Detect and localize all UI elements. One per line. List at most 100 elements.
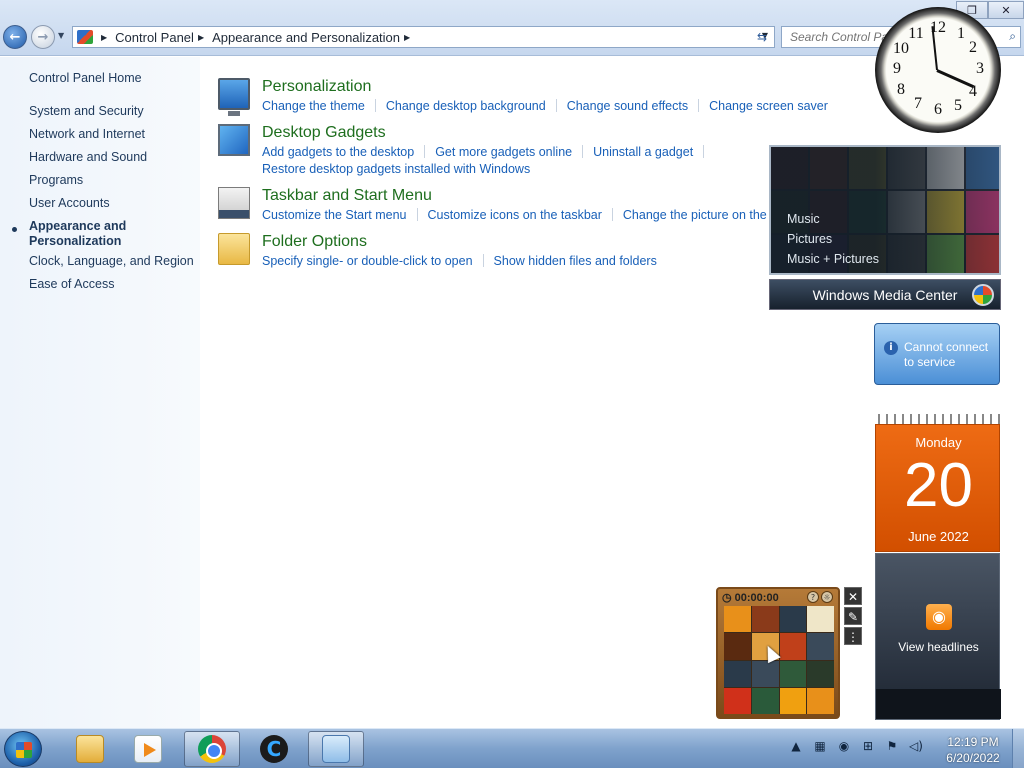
link-change-sound-effects[interactable]: Change sound effects	[567, 99, 688, 113]
chrome-icon	[198, 735, 226, 763]
gadget-options-icon[interactable]: ✎	[844, 607, 862, 625]
taskbar-date: 6/20/2022	[946, 751, 1000, 765]
calendar-page: Monday 20 June 2022	[875, 424, 1000, 552]
search-icon[interactable]: ⌕	[1009, 29, 1016, 44]
menu-pictures[interactable]: Pictures	[787, 229, 879, 249]
folder-icon[interactable]	[218, 233, 250, 265]
monitor-icon[interactable]	[218, 78, 250, 116]
link-change-screen-saver[interactable]: Change screen saver	[709, 99, 828, 113]
calendar-weekday: Monday	[915, 435, 962, 450]
control-panel-icon	[77, 30, 93, 44]
close-button[interactable]: ✕	[988, 1, 1024, 19]
nav-system-security[interactable]: System and Security	[29, 104, 144, 118]
puzzle-tiles[interactable]	[724, 606, 834, 714]
start-button[interactable]	[4, 731, 42, 767]
forward-button[interactable]: →	[31, 25, 55, 49]
clock-numeral: 6	[934, 101, 942, 118]
category-links: Customize the Start menu Customize icons …	[262, 208, 793, 222]
weather-gadget[interactable]: i Cannot connect to service	[874, 323, 1000, 385]
taskbar-ccleaner[interactable]: C	[246, 731, 302, 767]
gadgets-icon[interactable]	[218, 124, 250, 156]
nav-active-line1: Appearance and	[29, 219, 127, 233]
action-center-flag-icon[interactable]: ⚑	[884, 739, 900, 753]
taskbar-time: 12:19 PM	[947, 735, 999, 749]
link-change-start-picture[interactable]: Change the picture on the Star	[623, 208, 793, 222]
ccleaner-icon: C	[260, 735, 288, 763]
close-gadget-icon[interactable]: ✕	[844, 587, 862, 605]
category-links: Specify single- or double-click to open S…	[262, 254, 657, 268]
nav-ease-of-access[interactable]: Ease of Access	[29, 277, 114, 291]
address-bar[interactable]: ▶ Control Panel ▶ Appearance and Persona…	[72, 26, 775, 48]
rss-icon: ◉	[926, 604, 952, 630]
windows-logo-icon	[972, 284, 994, 306]
breadcrumb-chevron-icon[interactable]: ▶	[404, 33, 410, 42]
breadcrumb-chevron-icon[interactable]: ▶	[101, 33, 107, 42]
taskbar: C ▲ ▦ ◉ ⊞ ⚑ ◁) 12:19 PM 6/20/2022	[0, 728, 1024, 768]
nav-user-accounts[interactable]: User Accounts	[29, 196, 110, 210]
shuffle-icon[interactable]: ☼	[821, 591, 833, 603]
link-customize-start-menu[interactable]: Customize the Start menu	[262, 208, 407, 222]
clock-numeral: 11	[908, 25, 924, 42]
category-title[interactable]: Personalization	[262, 78, 371, 96]
media-center-launcher[interactable]: Windows Media Center	[769, 279, 1001, 310]
link-change-theme[interactable]: Change the theme	[262, 99, 365, 113]
breadcrumb-appearance[interactable]: Appearance and Personalization	[212, 30, 400, 45]
clock-numeral: 2	[969, 39, 977, 56]
volume-icon[interactable]: ◁)	[908, 739, 924, 753]
taskbar-chrome[interactable]	[184, 731, 240, 767]
clock-gadget[interactable]: 12 1 2 3 4 5 6 7 8 9 10 11	[875, 7, 1001, 133]
system-tray: ▲ ▦ ◉ ⊞ ⚑ ◁)	[788, 739, 924, 753]
link-single-double-click[interactable]: Specify single- or double-click to open	[262, 254, 473, 268]
breadcrumb-chevron-icon[interactable]: ▶	[198, 33, 204, 42]
category-title[interactable]: Desktop Gadgets	[262, 124, 386, 142]
tray-app-icon[interactable]: ▦	[812, 739, 828, 753]
taskbar-control-panel[interactable]	[308, 731, 364, 767]
link-show-hidden-files[interactable]: Show hidden files and folders	[494, 254, 657, 268]
nav-clock-language-region[interactable]: Clock, Language, and Region	[29, 254, 194, 268]
weather-error-text: Cannot connect to service	[904, 340, 988, 370]
nav-programs[interactable]: Programs	[29, 173, 83, 187]
view-headlines-link[interactable]: View headlines	[876, 640, 1001, 654]
link-uninstall-gadget[interactable]: Uninstall a gadget	[593, 145, 693, 159]
recent-pages-dropdown[interactable]: ▼	[58, 31, 64, 40]
windows-logo-icon	[16, 742, 32, 758]
category-links: Change the theme Change desktop backgroun…	[262, 99, 828, 113]
category-title[interactable]: Taskbar and Start Menu	[262, 187, 432, 205]
menu-music[interactable]: Music	[787, 209, 879, 229]
calendar-gadget[interactable]: Monday 20 June 2022	[875, 414, 1000, 552]
link-restore-gadgets[interactable]: Restore desktop gadgets installed with W…	[262, 162, 530, 176]
taskbar-explorer[interactable]	[62, 731, 118, 767]
media-center-brand-name: Media Center	[873, 286, 958, 303]
calendar-month-year: June 2022	[908, 529, 969, 544]
link-change-background[interactable]: Change desktop background	[386, 99, 546, 113]
taskbar-clock[interactable]: 12:19 PM 6/20/2022	[938, 734, 1008, 766]
help-icon[interactable]: ?	[807, 591, 819, 603]
back-button[interactable]: ←	[3, 25, 27, 49]
refresh-button[interactable]: ⇆	[750, 26, 774, 48]
show-hidden-icons-icon[interactable]: ▲	[788, 739, 804, 753]
breadcrumb-control-panel[interactable]: Control Panel	[115, 30, 194, 45]
category-title[interactable]: Folder Options	[262, 233, 367, 251]
drag-gadget-handle-icon[interactable]: ⋮	[844, 627, 862, 645]
media-center-gadget[interactable]: Music Pictures Music + Pictures	[769, 145, 1001, 275]
left-navigation-pane: Control Panel Home System and Security N…	[0, 57, 200, 728]
feed-footer	[876, 689, 1001, 719]
menu-music-pictures[interactable]: Music + Pictures	[787, 249, 879, 269]
feed-headlines-gadget[interactable]: ◉ View headlines	[875, 553, 1001, 720]
network-icon[interactable]: ⊞	[860, 739, 876, 753]
taskbar-media-player[interactable]	[120, 731, 176, 767]
nav-hardware-sound[interactable]: Hardware and Sound	[29, 150, 147, 164]
category-links: Add gadgets to the desktop Get more gadge…	[262, 145, 714, 159]
show-desktop-button[interactable]	[1012, 729, 1024, 768]
link-add-gadgets[interactable]: Add gadgets to the desktop	[262, 145, 414, 159]
link-customize-taskbar-icons[interactable]: Customize icons on the taskbar	[428, 208, 602, 222]
taskbar-icon[interactable]	[218, 187, 250, 219]
tray-ccleaner-icon[interactable]: ◉	[836, 739, 852, 753]
nav-network-internet[interactable]: Network and Internet	[29, 127, 145, 141]
category-links-line2: Restore desktop gadgets installed with W…	[262, 162, 530, 176]
puzzle-timer-value: 00:00:00	[734, 592, 779, 604]
nav-control-panel-home[interactable]: Control Panel Home	[29, 71, 142, 85]
link-get-more-gadgets[interactable]: Get more gadgets online	[435, 145, 572, 159]
gadget-toolbar: ✕ ✎ ⋮	[844, 587, 862, 647]
clock-numeral: 3	[976, 60, 984, 77]
